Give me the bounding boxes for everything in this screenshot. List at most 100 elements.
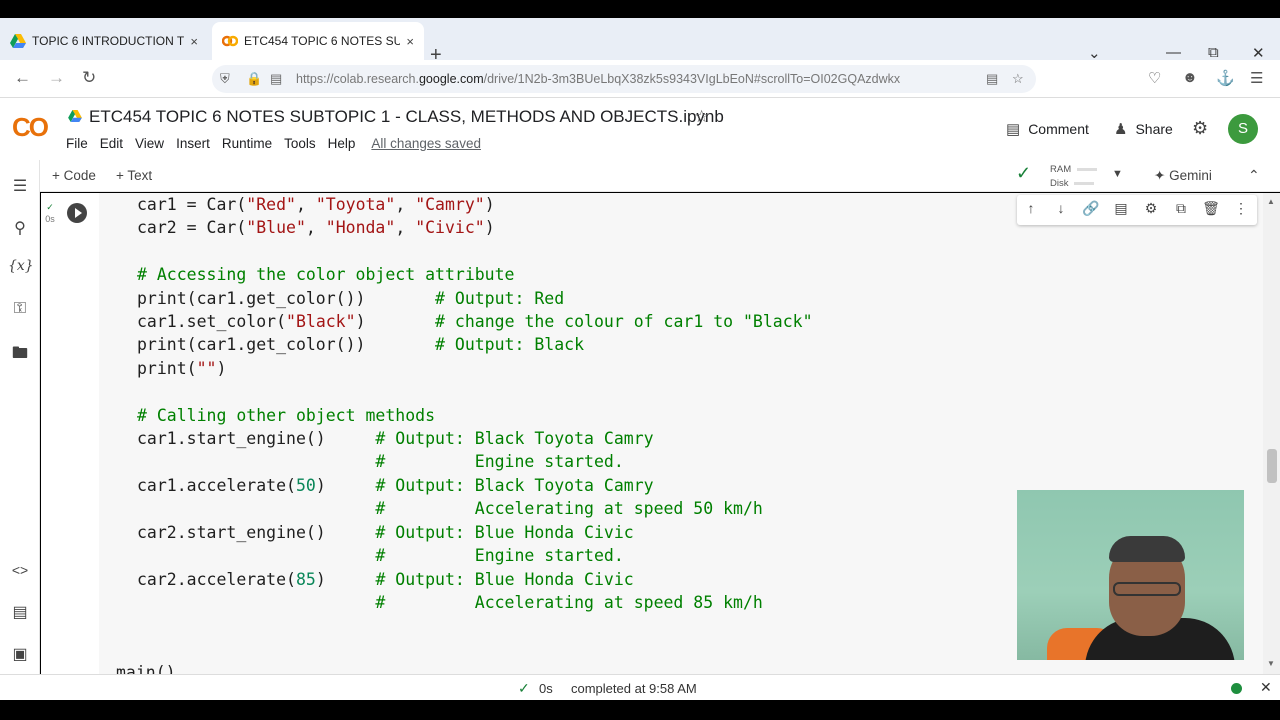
- link-to-cell-icon[interactable]: 🔗: [1081, 200, 1101, 217]
- terminal-icon[interactable]: ▣: [8, 644, 32, 664]
- code-line[interactable]: car1.start_engine() # Output: Black Toyo…: [137, 427, 813, 450]
- code-line[interactable]: # Accessing the color object attribute: [137, 263, 813, 286]
- menu-runtime[interactable]: Runtime: [222, 136, 272, 151]
- close-status-icon[interactable]: ✕: [1260, 679, 1272, 696]
- status-message[interactable]: completed at 9:58 AM: [571, 681, 697, 696]
- menu-edit[interactable]: Edit: [100, 136, 123, 151]
- cell-toolbar: ↑ ↓ 🔗 ▤ ⚙ ⧉ 🗑 ⋮: [1017, 195, 1257, 225]
- extensions-icon[interactable]: ⚓: [1216, 69, 1235, 87]
- code-token: # Output: Blue Honda Civic: [375, 522, 634, 542]
- restore-window-icon[interactable]: ⧉: [1208, 44, 1219, 61]
- scroll-down-arrow-icon[interactable]: ▼: [1267, 659, 1275, 668]
- user-avatar[interactable]: S: [1228, 114, 1258, 144]
- comment-button[interactable]: ▤ Comment: [1006, 120, 1089, 138]
- tracking-shield-icon[interactable]: ⛨: [220, 71, 230, 87]
- code-line[interactable]: print(car1.get_color()) # Output: Red: [137, 287, 813, 310]
- menu-tools[interactable]: Tools: [284, 136, 316, 151]
- execution-check-icon: ✓: [46, 202, 54, 212]
- back-arrow-icon[interactable]: ←: [14, 68, 31, 88]
- secrets-key-icon[interactable]: ⚿: [8, 300, 32, 318]
- google-drive-icon[interactable]: [68, 110, 82, 122]
- ram-disk-indicator[interactable]: RAM Disk: [1050, 163, 1098, 191]
- webcam-presenter-overlay: [1017, 490, 1244, 660]
- runtime-status-dot[interactable]: [1231, 683, 1242, 694]
- code-token: # Output: Black Toyota Camry: [375, 475, 654, 495]
- command-palette-icon[interactable]: ▤: [8, 602, 32, 622]
- colab-logo[interactable]: CO: [12, 112, 49, 143]
- browser-menu-icon[interactable]: ☰: [1250, 69, 1263, 87]
- browser-tab-topic6-intro[interactable]: TOPIC 6 INTRODUCTION TO OB ×: [0, 22, 208, 60]
- code-line[interactable]: car1.accelerate(50) # Output: Black Toyo…: [137, 474, 813, 497]
- move-cell-up-icon[interactable]: ↑: [1021, 200, 1041, 216]
- lock-icon[interactable]: 🔒: [246, 71, 262, 87]
- code-line[interactable]: car2 = Car("Blue", "Honda", "Civic"): [137, 216, 813, 239]
- code-line[interactable]: car2.start_engine() # Output: Blue Honda…: [137, 521, 813, 544]
- code-line[interactable]: # Calling other object methods: [137, 404, 813, 427]
- code-editor[interactable]: car1 = Car("Red", "Toyota", "Camry") car2…: [116, 193, 813, 674]
- minimize-window-icon[interactable]: —: [1166, 44, 1181, 61]
- delete-cell-icon[interactable]: 🗑: [1201, 200, 1221, 217]
- close-tab-icon[interactable]: ×: [406, 34, 414, 49]
- code-token: # Accessing the color object attribute: [137, 265, 515, 285]
- run-cell-button[interactable]: [67, 203, 87, 223]
- browser-tab-etc454-notes[interactable]: ETC454 TOPIC 6 NOTES SUBTOPI ×: [212, 22, 424, 60]
- code-token: # change the colour of car1 to "Black": [435, 312, 813, 332]
- scroll-up-arrow-icon[interactable]: ▲: [1267, 197, 1275, 206]
- code-line[interactable]: car1.set_color("Black") # change the col…: [137, 310, 813, 333]
- variables-icon[interactable]: {x}: [8, 258, 34, 274]
- add-comment-icon[interactable]: ▤: [1111, 200, 1131, 217]
- code-line[interactable]: # Engine started.: [137, 450, 813, 473]
- code-line[interactable]: # Accelerating at speed 50 km/h: [137, 497, 813, 520]
- pocket-icon[interactable]: ♡: [1148, 69, 1161, 87]
- code-line[interactable]: print(car1.get_color()) # Output: Black: [137, 333, 813, 356]
- code-line[interactable]: car2.accelerate(85) # Output: Blue Honda…: [137, 568, 813, 591]
- code-line[interactable]: car1 = Car("Red", "Toyota", "Camry"): [137, 193, 813, 216]
- code-line[interactable]: [137, 380, 813, 403]
- notebook-title[interactable]: ETC454 TOPIC 6 NOTES SUBTOPIC 1 - CLASS,…: [89, 107, 724, 127]
- settings-gear-icon[interactable]: ⚙: [1192, 118, 1208, 139]
- scrollbar-thumb[interactable]: [1267, 449, 1277, 483]
- menu-help[interactable]: Help: [328, 136, 356, 151]
- add-code-cell-button[interactable]: + Code: [52, 168, 96, 183]
- table-of-contents-icon[interactable]: ☰: [8, 176, 32, 196]
- star-notebook-icon[interactable]: ☆: [694, 107, 709, 127]
- save-status-link[interactable]: All changes saved: [371, 136, 481, 151]
- reader-view-icon[interactable]: ▤: [986, 71, 998, 87]
- code-line[interactable]: [137, 240, 813, 263]
- code-token: # Engine started.: [375, 452, 624, 472]
- code-line[interactable]: [137, 614, 813, 637]
- code-line[interactable]: # Accelerating at speed 85 km/h: [137, 591, 813, 614]
- account-icon[interactable]: ☻: [1182, 69, 1198, 86]
- runtime-dropdown-icon[interactable]: ▼: [1112, 168, 1123, 180]
- code-line[interactable]: print(""): [137, 357, 813, 380]
- menu-insert[interactable]: Insert: [176, 136, 210, 151]
- code-token: "Honda": [325, 218, 396, 238]
- status-check-icon: ✓: [518, 680, 530, 696]
- code-token: # Output: Blue Honda Civic: [375, 569, 634, 589]
- vertical-scrollbar[interactable]: ▲ ▼: [1263, 193, 1280, 674]
- cell-settings-gear-icon[interactable]: ⚙: [1141, 200, 1161, 217]
- code-line[interactable]: [137, 638, 813, 661]
- add-text-cell-button[interactable]: + Text: [116, 168, 152, 183]
- mirror-cell-icon[interactable]: ⧉: [1171, 200, 1191, 217]
- more-options-icon[interactable]: ⋮: [1231, 200, 1251, 217]
- collapse-header-icon[interactable]: ⌃: [1248, 167, 1260, 184]
- bookmark-star-icon[interactable]: ☆: [1012, 71, 1024, 87]
- share-button[interactable]: ♟ Share: [1114, 120, 1173, 138]
- menu-file[interactable]: File: [66, 136, 88, 151]
- forward-arrow-icon[interactable]: →: [48, 68, 65, 88]
- code-line[interactable]: # Engine started.: [137, 544, 813, 567]
- code-snippets-icon[interactable]: <>: [8, 562, 32, 578]
- search-icon[interactable]: ⚲: [8, 218, 32, 238]
- page-info-icon[interactable]: ▤: [270, 71, 282, 87]
- move-cell-down-icon[interactable]: ↓: [1051, 200, 1071, 216]
- menu-view[interactable]: View: [135, 136, 164, 151]
- close-tab-icon[interactable]: ×: [190, 34, 198, 49]
- reload-icon[interactable]: ↻: [82, 68, 96, 88]
- url-text[interactable]: https://colab.research.google.com/drive/…: [296, 72, 900, 86]
- browser-tab-strip: TOPIC 6 INTRODUCTION TO OB × ETC454 TOPI…: [0, 18, 1280, 66]
- code-line[interactable]: main(): [116, 661, 813, 674]
- files-folder-icon[interactable]: 🖿: [8, 342, 32, 369]
- gemini-button[interactable]: ✦ Gemini: [1154, 168, 1212, 184]
- address-bar[interactable]: ⛨ 🔒 ▤ https://colab.research.google.com/…: [212, 65, 1036, 93]
